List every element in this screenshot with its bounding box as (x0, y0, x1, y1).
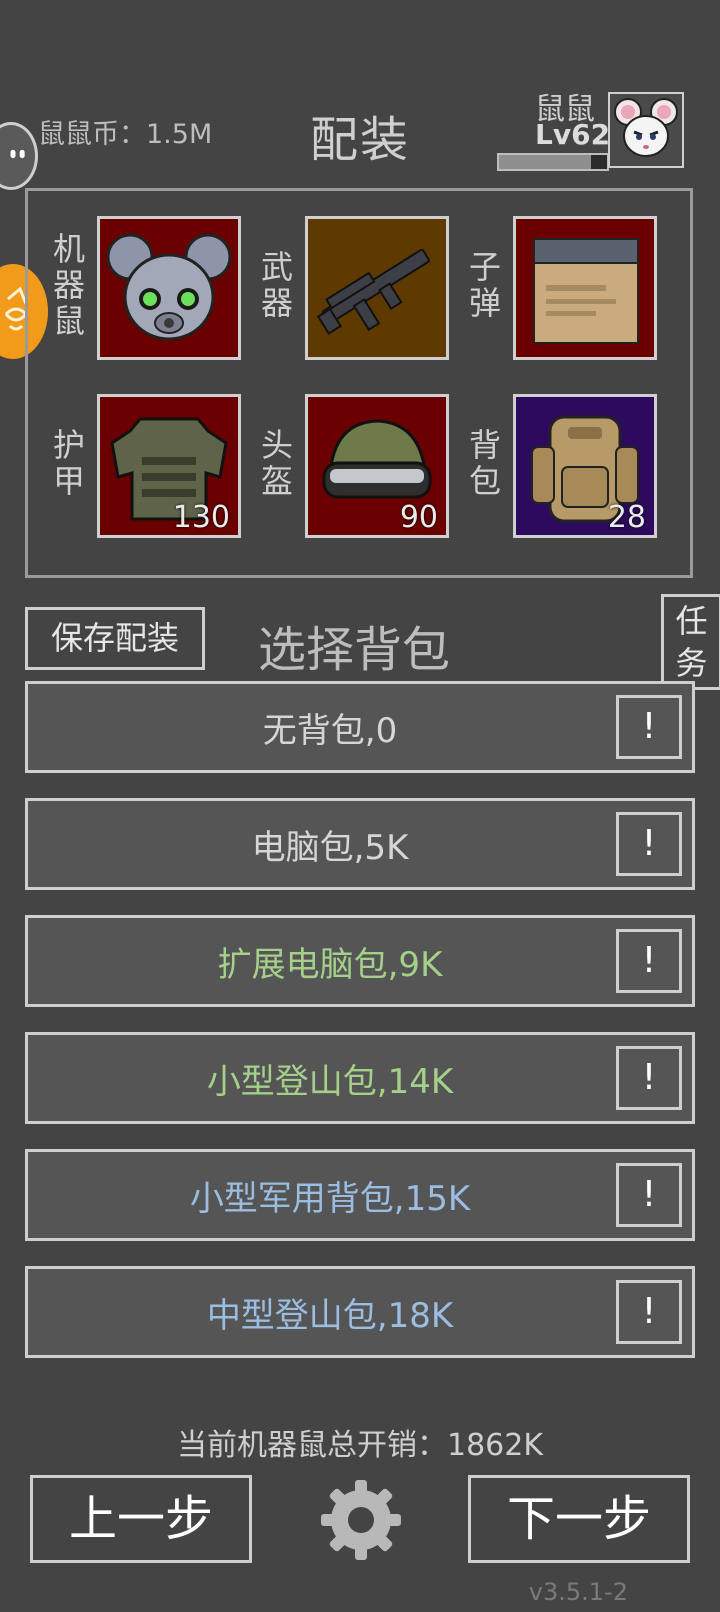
robot-mouse-head-icon (106, 233, 232, 341)
slot-label-weapon: 武器 (260, 248, 293, 322)
backpack-option[interactable]: 中型登山包,18K ! (25, 1266, 695, 1358)
slot-label-helmet: 头盔 (260, 426, 293, 500)
page-title: 配装 (310, 112, 411, 168)
player-level: Lv62 (535, 118, 611, 151)
info-button[interactable]: ! (616, 695, 682, 759)
coin-balance: 鼠鼠币：1.5M (38, 119, 213, 150)
slot-label-armor: 护甲 (52, 426, 85, 500)
task-button-label: 任务 (675, 602, 708, 682)
backpack-option-label: 小型军用背包,15K (189, 1178, 471, 1219)
info-button[interactable]: ! (616, 812, 682, 876)
backpack-option[interactable]: 无背包,0 ! (25, 681, 695, 773)
slot-label-backpack: 背包 (468, 426, 501, 500)
backpack-option[interactable]: 小型军用背包,15K ! (25, 1149, 695, 1241)
ammo-box-icon (533, 238, 639, 344)
backpack-option[interactable]: 电脑包,5K ! (25, 798, 695, 890)
xp-bar (497, 153, 609, 171)
prev-step-button[interactable]: 上一步 (30, 1475, 252, 1563)
task-button[interactable]: 任务 (661, 594, 720, 690)
info-button[interactable]: ! (616, 929, 682, 993)
settings-gear-icon[interactable] (317, 1476, 405, 1564)
backpack-option-label: 中型登山包,18K (206, 1295, 454, 1336)
loadout-screen: 鼠鼠币：1.5M 配装 鼠鼠 Lv62 机器鼠 武器 子弹 护甲 130 头盔 … (0, 0, 720, 1612)
mouse-avatar-icon (614, 98, 678, 157)
xp-bar-fill (499, 155, 591, 169)
info-button[interactable]: ! (616, 1280, 682, 1344)
backpack-durability: 28 (607, 500, 646, 535)
assistant-bubble-icon[interactable] (0, 122, 38, 190)
slot-backpack[interactable]: 28 (513, 394, 657, 538)
version-label: v3.5.1-2 (528, 1578, 628, 1606)
slot-label-ammo: 子弹 (468, 248, 501, 322)
helmet-durability: 90 (399, 500, 438, 535)
equipment-panel: 机器鼠 武器 子弹 护甲 130 头盔 90 背包 28 (25, 188, 693, 578)
save-loadout-button[interactable]: 保存配装 (25, 607, 205, 670)
backpack-option-label: 无背包,0 (262, 710, 398, 751)
slot-weapon[interactable] (305, 216, 449, 360)
armor-durability: 130 (172, 500, 230, 535)
backpack-option-label: 小型登山包,14K (206, 1061, 454, 1102)
slot-label-robot: 机器鼠 (52, 230, 85, 340)
backpack-option[interactable]: 小型登山包,14K ! (25, 1032, 695, 1124)
section-title: 选择背包 (258, 622, 451, 678)
slot-helmet[interactable]: 90 (305, 394, 449, 538)
slot-ammo[interactable] (513, 216, 657, 360)
assault-rifle-icon (316, 248, 430, 335)
slot-armor[interactable]: 130 (97, 394, 241, 538)
backpack-option-label: 电脑包,5K (251, 827, 409, 868)
backpack-option-label: 扩展电脑包,9K (217, 944, 443, 985)
backpack-option[interactable]: 扩展电脑包,9K ! (25, 915, 695, 1007)
player-avatar[interactable] (608, 92, 684, 168)
total-cost: 当前机器鼠总开销：1862K (176, 1428, 544, 1463)
next-step-button[interactable]: 下一步 (468, 1475, 690, 1563)
info-button[interactable]: ! (616, 1163, 682, 1227)
slot-robot-mouse[interactable] (97, 216, 241, 360)
info-button[interactable]: ! (616, 1046, 682, 1110)
